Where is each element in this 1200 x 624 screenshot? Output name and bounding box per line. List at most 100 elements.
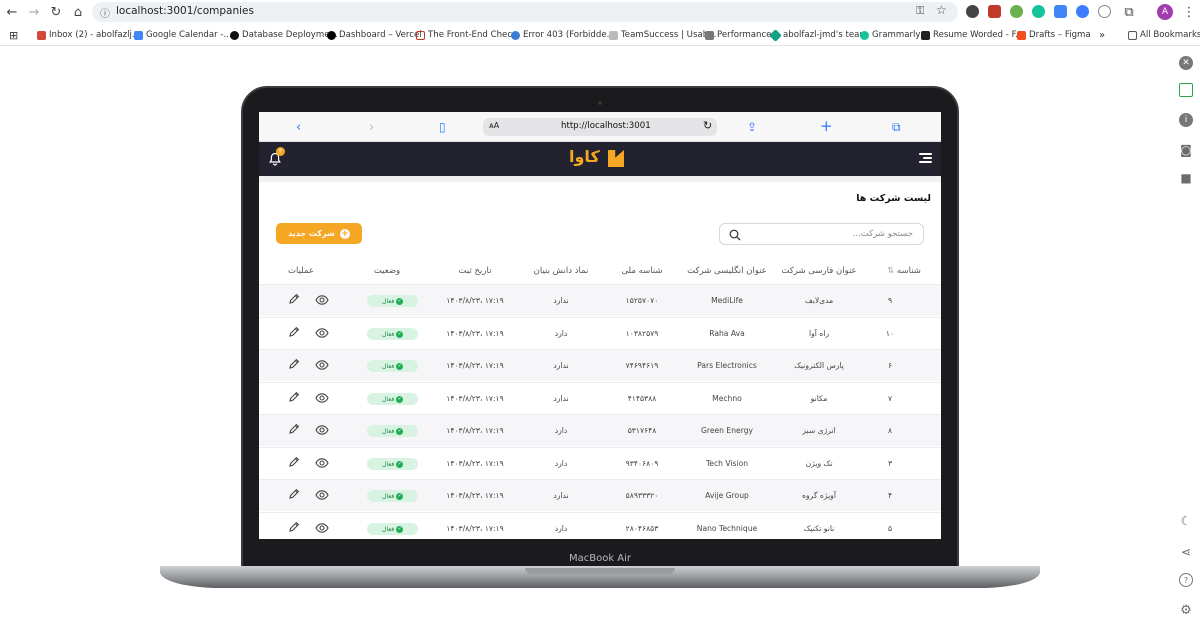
status-label: فعال: [381, 330, 395, 338]
view-eye-icon[interactable]: [315, 489, 329, 501]
safari-address-bar[interactable]: ᴀA http://localhost:3001 ↻: [483, 118, 717, 136]
bookmarks-book-icon[interactable]: ▯: [439, 120, 446, 134]
tabs-icon[interactable]: ⧉: [892, 120, 901, 135]
view-eye-icon[interactable]: [315, 327, 329, 339]
edit-pencil-icon[interactable]: [288, 423, 300, 435]
reader-aa[interactable]: ᴀA: [489, 121, 499, 130]
cell-en-title: Mechno: [712, 394, 742, 403]
edit-pencil-icon[interactable]: [288, 326, 300, 338]
info-icon[interactable]: i: [1179, 113, 1193, 127]
extension-icon[interactable]: [966, 5, 979, 18]
url-text: localhost:3001/companies: [116, 5, 254, 17]
translate-icon[interactable]: [1054, 5, 1067, 18]
team-icon: [769, 28, 782, 42]
forward-icon[interactable]: →: [25, 3, 43, 21]
back-icon[interactable]: ←: [3, 3, 21, 21]
view-eye-icon[interactable]: [315, 522, 329, 534]
search-input[interactable]: جستجو شرکت...: [719, 223, 924, 245]
camera-icon[interactable]: ◙: [1179, 143, 1193, 157]
bookmark-item[interactable]: abolfazl-jmd's team: [769, 28, 868, 42]
view-eye-icon[interactable]: [315, 457, 329, 469]
share-icon[interactable]: ⇪: [747, 120, 757, 134]
forward-icon[interactable]: ›: [369, 120, 374, 135]
bookmark-item[interactable]: Performance: [705, 28, 771, 42]
cell-knowledge-based: ندارد: [553, 394, 569, 403]
extension-icon[interactable]: [1010, 5, 1023, 18]
new-company-button[interactable]: + شرکت جدید: [276, 223, 362, 244]
view-eye-icon[interactable]: [315, 359, 329, 371]
bookmark-item[interactable]: Database Deployme...: [230, 28, 338, 42]
edit-pencil-icon[interactable]: [288, 488, 300, 500]
bookmark-item[interactable]: Google Calendar -...: [134, 28, 232, 42]
edit-pencil-icon[interactable]: [288, 391, 300, 403]
edit-pencil-icon[interactable]: [288, 358, 300, 370]
new-tab-icon[interactable]: +: [820, 117, 833, 135]
extension-icon[interactable]: [1098, 5, 1111, 18]
all-bookmarks[interactable]: All Bookmarks: [1128, 28, 1200, 42]
menu-icon[interactable]: [919, 153, 932, 163]
cell-date: ۱۴۰۳/۸/۲۳، ۱۷:۱۹: [446, 491, 504, 500]
sort-icon[interactable]: ⇅: [887, 266, 894, 276]
extension-icon[interactable]: [1076, 5, 1089, 18]
gmail-icon: [37, 30, 46, 40]
view-eye-icon[interactable]: [315, 392, 329, 404]
column-header-knowledge-based: نماد دانش بنیان: [533, 266, 589, 276]
share-icon[interactable]: ⋖: [1179, 545, 1193, 559]
column-label: شناسه: [896, 266, 921, 276]
cell-id: ۵: [887, 524, 893, 533]
puzzle-icon[interactable]: ⧉: [1120, 3, 1138, 21]
cell-knowledge-based: دارد: [554, 426, 568, 435]
bookmark-item[interactable]: Error 403 (Forbidde...: [511, 28, 615, 42]
search-placeholder: جستجو شرکت...: [852, 229, 913, 239]
table-row: ۷ مکانو Mechno ۴۱۴۵۳۸۸ ندارد ۱۴۰۳/۸/۲۳، ۱۷:۱۹…: [259, 382, 941, 414]
devices-icon[interactable]: [1179, 83, 1193, 97]
site-info-icon[interactable]: ⓘ: [100, 5, 110, 20]
bookmark-item[interactable]: TeamSuccess | Usab...: [609, 28, 716, 42]
settings-icon[interactable]: ⚙: [1179, 603, 1193, 618]
cell-knowledge-based: ندارد: [553, 491, 569, 500]
search-icon: [729, 229, 741, 241]
laptop-notch: [525, 568, 675, 574]
check-icon: ✓: [396, 427, 404, 435]
more-menu-icon[interactable]: ⋮: [1180, 3, 1198, 21]
bookmark-item[interactable]: Grammarly: [860, 28, 920, 42]
view-eye-icon[interactable]: [315, 424, 329, 436]
app-logo[interactable]: کاوا: [569, 147, 600, 166]
bookmark-item[interactable]: Inbox (2) - abolfazlj...: [37, 28, 140, 42]
teamsuccess-icon: [609, 30, 618, 40]
bookmark-item[interactable]: Dashboard – Vercel: [327, 28, 422, 42]
video-icon[interactable]: ■: [1179, 171, 1193, 185]
view-eye-icon[interactable]: [315, 294, 329, 306]
column-header-status: وضعیت: [373, 266, 401, 276]
password-key-icon[interactable]: ⚿: [916, 4, 924, 18]
bookmark-item[interactable]: The Front-End Chec...: [416, 28, 520, 42]
page-title: لیست شرکت ها: [856, 193, 931, 204]
reload-icon[interactable]: ↻: [47, 3, 65, 21]
status-badge: ✓ فعال: [367, 328, 418, 340]
profile-avatar[interactable]: A: [1157, 4, 1173, 20]
status-label: فعال: [381, 492, 395, 500]
bookmark-label: Performance: [717, 30, 772, 40]
apps-grid-icon[interactable]: ⊞: [9, 28, 18, 42]
edit-pencil-icon[interactable]: [288, 521, 300, 533]
close-icon[interactable]: ✕: [1179, 56, 1193, 70]
moon-icon[interactable]: ☾: [1179, 514, 1193, 528]
bookmark-item[interactable]: Resume Worded - F...: [921, 28, 1023, 42]
column-header-id[interactable]: شناسه ⇅: [879, 266, 929, 276]
bookmark-label: Google Calendar -...: [146, 30, 232, 40]
extension-icon[interactable]: [988, 5, 1001, 18]
grammarly-icon[interactable]: [1032, 5, 1045, 18]
home-icon[interactable]: ⌂: [69, 3, 87, 21]
bookmarks-overflow-icon[interactable]: »: [1099, 28, 1105, 42]
bookmark-item[interactable]: Drafts – Figma: [1017, 28, 1091, 42]
cell-fa-title: مکانو: [810, 394, 828, 403]
edit-pencil-icon[interactable]: [288, 293, 300, 305]
address-bar[interactable]: ⓘ localhost:3001/companies ⚿ ☆: [92, 2, 958, 22]
cell-date: ۱۴۰۳/۸/۲۳، ۱۷:۱۹: [446, 524, 504, 533]
reload-icon[interactable]: ↻: [703, 119, 712, 132]
cell-national-id: ۵۸۹۳۳۳۲۰: [625, 491, 659, 500]
edit-pencil-icon[interactable]: [288, 456, 300, 468]
help-icon[interactable]: ?: [1179, 573, 1193, 587]
bookmark-star-icon[interactable]: ☆: [936, 3, 947, 17]
back-icon[interactable]: ‹: [296, 120, 301, 135]
